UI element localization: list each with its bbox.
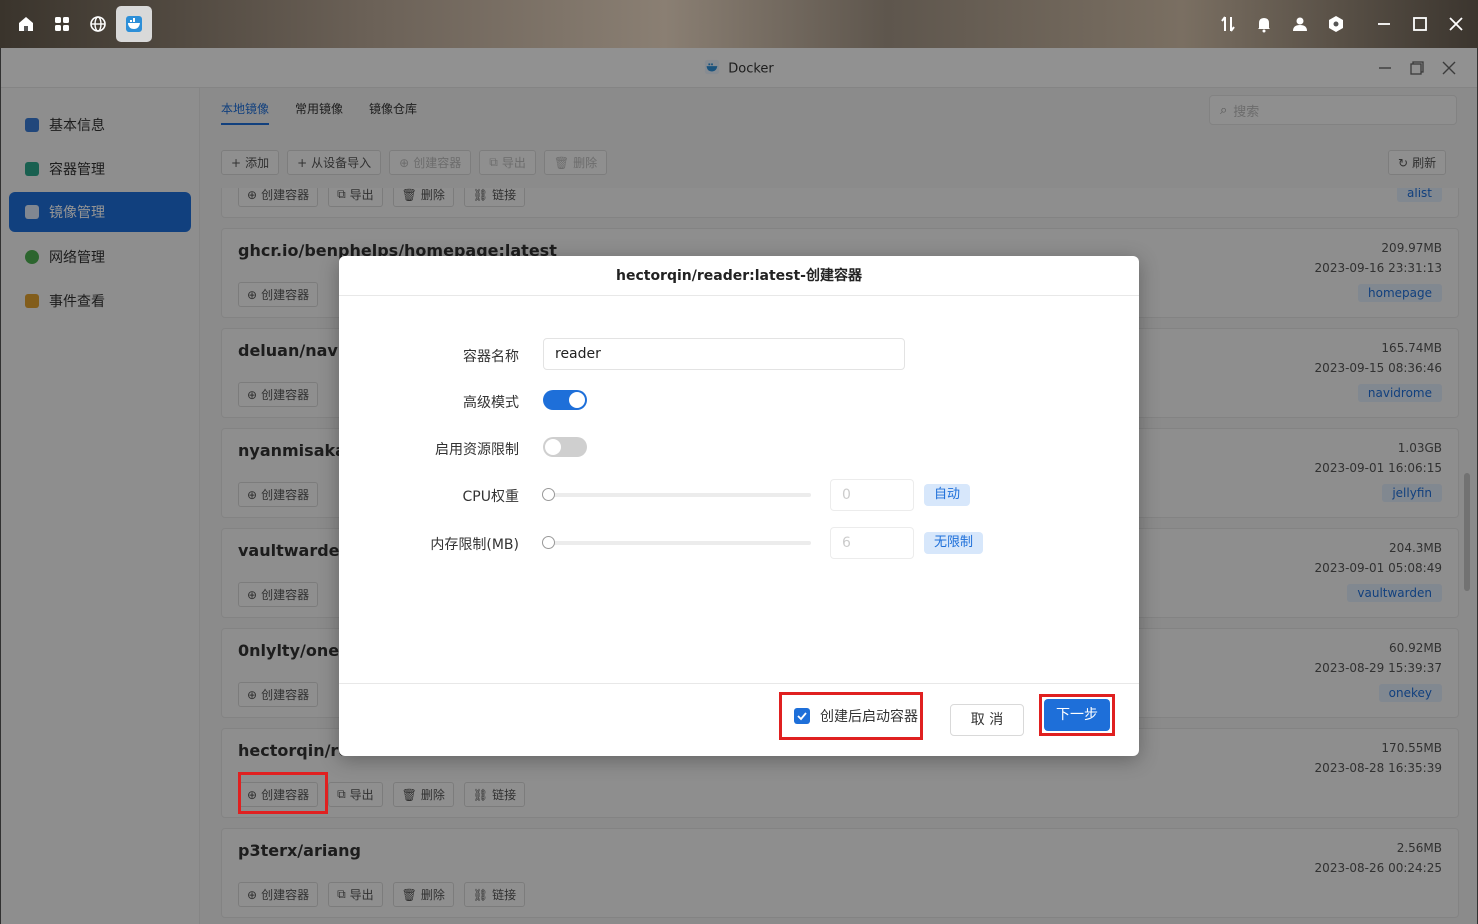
slider-thumb[interactable] xyxy=(542,536,555,549)
next-button[interactable]: 下一步 xyxy=(1044,699,1110,731)
transfer-icon[interactable] xyxy=(1214,10,1242,38)
cpu-weight-badge: 自动 xyxy=(924,484,971,506)
start-after-create-label: 创建后启动容器 xyxy=(820,709,918,725)
memory-limit-slider[interactable] xyxy=(542,536,811,549)
slider-thumb[interactable] xyxy=(542,488,555,501)
highlight-box xyxy=(238,772,328,814)
toggle-knob xyxy=(545,439,561,455)
globe-icon[interactable] xyxy=(84,10,112,38)
resource-limit-toggle[interactable] xyxy=(543,437,587,457)
advanced-mode-label: 高级模式 xyxy=(463,395,519,411)
apps-grid-icon[interactable] xyxy=(48,10,76,38)
toggle-knob xyxy=(569,392,585,408)
cpu-weight-input[interactable]: 0 xyxy=(830,479,914,511)
desktop-taskbar xyxy=(0,0,1478,48)
checkbox-checked-icon[interactable] xyxy=(794,708,810,724)
maximize-icon[interactable] xyxy=(1406,10,1434,38)
memory-limit-badge: 无限制 xyxy=(924,532,984,554)
close-icon[interactable] xyxy=(1442,10,1470,38)
user-icon[interactable] xyxy=(1286,10,1314,38)
cpu-weight-slider[interactable] xyxy=(542,488,811,501)
container-name-input[interactable]: reader xyxy=(543,338,905,370)
resource-limit-row: 启用资源限制 xyxy=(339,431,1139,465)
resource-limit-label: 启用资源限制 xyxy=(435,442,519,458)
memory-limit-input[interactable]: 6 xyxy=(830,527,914,559)
bell-icon[interactable] xyxy=(1250,10,1278,38)
docker-app-icon[interactable] xyxy=(116,6,152,42)
memory-limit-row: 内存限制(MB) 6 无限制 xyxy=(339,526,1139,560)
cancel-button[interactable]: 取 消 xyxy=(950,704,1024,736)
cpu-weight-row: CPU权重 0 自动 xyxy=(339,478,1139,512)
container-name-label: 容器名称 xyxy=(463,349,519,365)
advanced-mode-row: 高级模式 xyxy=(339,384,1139,418)
cpu-weight-label: CPU权重 xyxy=(462,489,519,505)
advanced-mode-toggle[interactable] xyxy=(543,390,587,410)
start-after-create-checkbox[interactable]: 创建后启动容器 xyxy=(779,692,923,740)
dialog-title: hectorqin/reader:latest-创建容器 xyxy=(339,256,1139,296)
minimize-icon[interactable] xyxy=(1370,10,1398,38)
container-name-row: 容器名称 reader xyxy=(339,338,1139,372)
create-container-dialog: hectorqin/reader:latest-创建容器 容器名称 reader… xyxy=(339,256,1139,756)
settings-icon[interactable] xyxy=(1322,10,1350,38)
highlight-box: 下一步 xyxy=(1039,694,1115,736)
home-icon[interactable] xyxy=(12,10,40,38)
dialog-footer: 创建后启动容器 取 消 下一步 xyxy=(339,683,1139,756)
memory-limit-label: 内存限制(MB) xyxy=(430,537,519,553)
